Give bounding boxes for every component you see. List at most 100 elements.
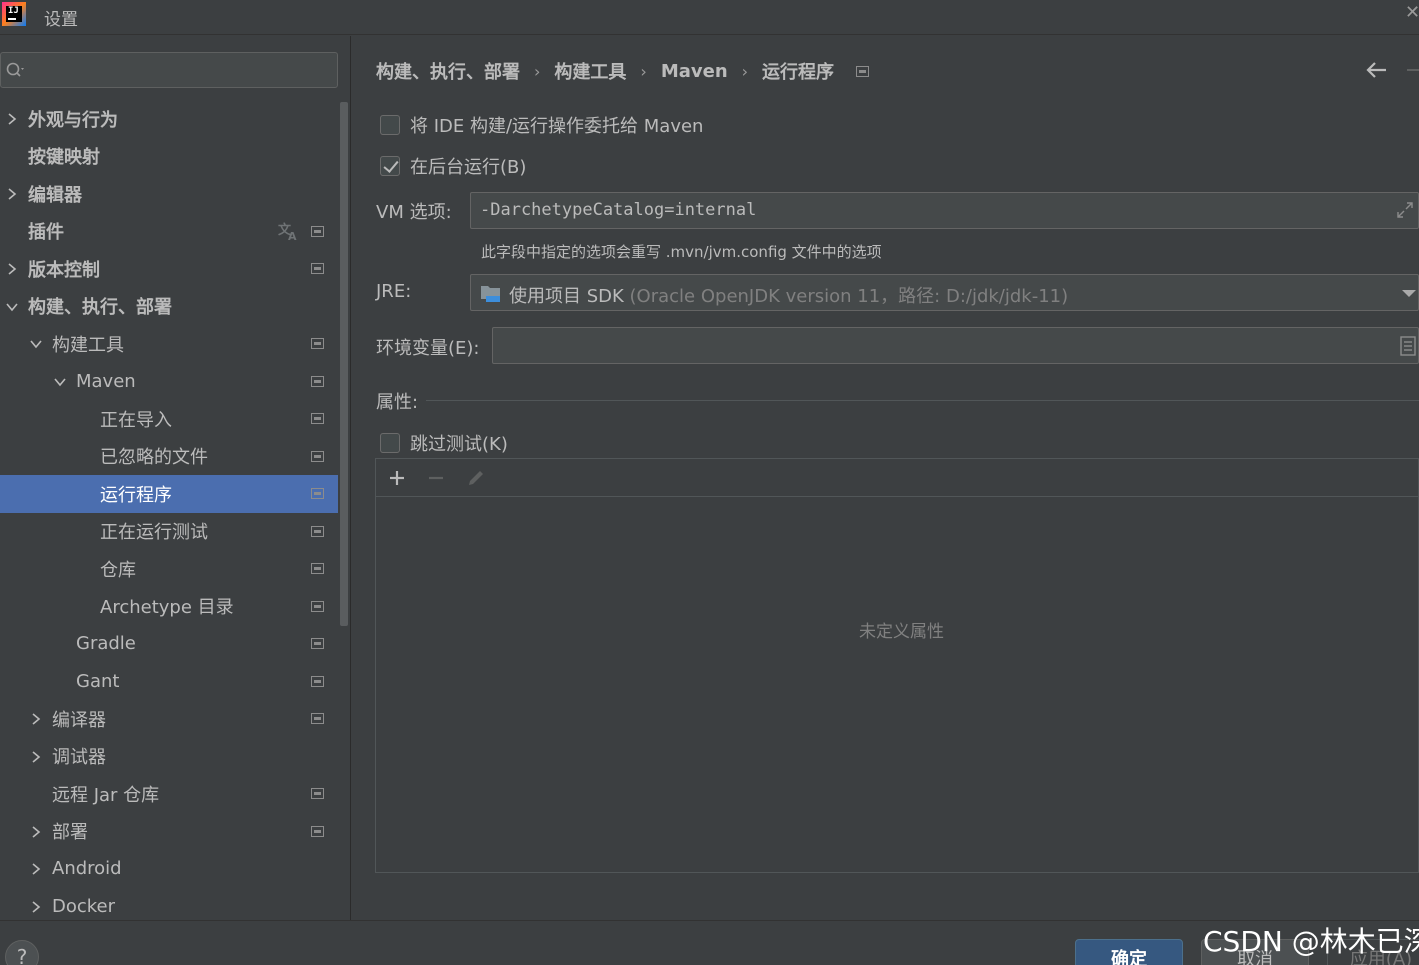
chevron-right-icon[interactable] — [29, 862, 43, 876]
search-icon — [6, 62, 24, 77]
vm-options-label: VM 选项: — [376, 202, 452, 223]
project-level-icon — [856, 65, 870, 77]
chevron-right-icon[interactable] — [29, 750, 43, 764]
project-level-icon — [311, 263, 324, 274]
skip-tests-checkbox[interactable]: 跳过测试(K) — [380, 430, 508, 456]
jre-value-detail: (Oracle OpenJDK version 11，路径: D:/jdk/jd… — [623, 286, 1069, 307]
sidebar-item-label: Maven — [76, 370, 136, 392]
sidebar-item[interactable]: 运行程序 — [0, 475, 338, 513]
project-level-icon — [311, 225, 324, 237]
sidebar-item-label: 已忽略的文件 — [100, 447, 208, 469]
properties-toolbar — [376, 459, 1418, 497]
sidebar-item[interactable]: 构建、执行、部署 — [0, 288, 338, 326]
sidebar-item[interactable]: 正在导入 — [0, 400, 338, 438]
sidebar-item-label: 部署 — [52, 822, 88, 844]
sidebar-item[interactable]: Maven — [0, 363, 338, 401]
sidebar-item-label: 调试器 — [52, 747, 106, 769]
sidebar-item-label: 按键映射 — [28, 147, 100, 169]
scrollbar-thumb[interactable] — [340, 102, 348, 626]
edit-property-button[interactable] — [465, 467, 487, 489]
sidebar-item-label: 仓库 — [100, 559, 136, 581]
project-level-icon — [311, 788, 324, 799]
settings-search-input[interactable] — [0, 52, 338, 88]
edit-env-vars-icon[interactable] — [1400, 336, 1416, 356]
plus-icon — [390, 471, 404, 485]
sidebar-item-label: 构建、执行、部署 — [28, 297, 172, 319]
project-level-icon — [311, 638, 324, 649]
sidebar-item[interactable]: Android — [0, 850, 338, 888]
chevron-right-icon[interactable] — [29, 900, 43, 914]
sidebar-item-label: 插件 — [28, 222, 64, 244]
properties-separator — [426, 400, 1419, 401]
sidebar-scrollbar[interactable] — [338, 102, 350, 920]
sidebar-item[interactable]: 版本控制 — [0, 250, 338, 288]
breadcrumb-item-build[interactable]: 构建、执行、部署 — [376, 58, 520, 84]
breadcrumb-separator: › — [534, 61, 541, 81]
delegate-checkbox-label: 将 IDE 构建/运行操作委托给 Maven — [410, 116, 704, 137]
project-level-icon — [311, 675, 324, 687]
remove-property-button[interactable] — [425, 467, 447, 489]
sidebar-item-label: Android — [52, 858, 122, 880]
close-button[interactable]: ✕ — [1405, 2, 1419, 23]
sidebar-divider[interactable] — [350, 36, 351, 920]
background-checkbox-box[interactable] — [380, 156, 400, 176]
chevron-down-icon[interactable] — [53, 375, 67, 389]
chevron-down-icon[interactable] — [29, 337, 43, 351]
sidebar-item[interactable]: 外观与行为 — [0, 100, 338, 138]
project-level-icon — [311, 450, 324, 462]
forward-arrow-icon[interactable] — [1407, 69, 1419, 71]
sidebar-item[interactable]: 仓库 — [0, 550, 338, 588]
sidebar-item-label: Archetype 目录 — [100, 597, 234, 619]
sidebar-item[interactable]: 插件 文 A — [0, 213, 338, 251]
chevron-right-icon[interactable] — [5, 187, 19, 201]
vm-options-field[interactable]: -DarchetypeCatalog=internal — [470, 192, 1419, 229]
breadcrumb-item-maven[interactable]: Maven — [661, 61, 728, 82]
sidebar-item[interactable]: 正在运行测试 — [0, 513, 338, 551]
sidebar-item[interactable]: Archetype 目录 — [0, 588, 338, 626]
sidebar-item[interactable]: 构建工具 — [0, 325, 338, 363]
project-level-icon — [311, 713, 324, 724]
chevron-right-icon[interactable] — [29, 712, 43, 726]
sidebar-item[interactable]: 编辑器 — [0, 175, 338, 213]
run-in-background-checkbox[interactable]: 在后台运行(B) — [380, 153, 526, 179]
delegate-checkbox-box[interactable] — [380, 115, 400, 135]
back-arrow-icon[interactable] — [1364, 60, 1390, 80]
chevron-down-icon[interactable] — [5, 300, 19, 314]
delegate-to-maven-checkbox[interactable]: 将 IDE 构建/运行操作委托给 Maven — [380, 112, 703, 138]
sidebar-item-label: 正在导入 — [100, 409, 172, 431]
sidebar-item[interactable]: 按键映射 — [0, 138, 338, 176]
chevron-down-icon[interactable] — [1402, 290, 1416, 297]
sdk-folder-icon — [481, 286, 500, 302]
sidebar-item[interactable]: Gradle — [0, 625, 338, 663]
sidebar-item-label: 运行程序 — [100, 484, 172, 506]
intellij-logo-icon: IJ — [2, 2, 26, 26]
sidebar-item[interactable]: 编译器 — [0, 700, 338, 738]
project-level-icon — [311, 338, 324, 349]
skip-tests-checkbox-box[interactable] — [380, 433, 400, 453]
sidebar-item[interactable]: 部署 — [0, 813, 338, 851]
project-level-icon — [311, 488, 324, 499]
project-level-icon — [311, 563, 324, 574]
sidebar-item[interactable]: 已忽略的文件 — [0, 438, 338, 476]
settings-sidebar: 外观与行为按键映射编辑器插件 文 A 版本控制构建、执行、部署构建工具 Maven 正在导… — [0, 36, 350, 920]
breadcrumb-separator: › — [741, 61, 749, 81]
add-property-button[interactable] — [386, 467, 408, 489]
sidebar-item[interactable]: Gant — [0, 663, 338, 701]
properties-label: 属性: — [376, 392, 419, 413]
chevron-right-icon[interactable] — [5, 112, 19, 126]
breadcrumb-item-build-tools[interactable]: 构建工具 — [554, 58, 626, 84]
jre-select[interactable]: 使用项目 SDK (Oracle OpenJDK version 11，路径: … — [470, 274, 1419, 311]
ok-button[interactable]: 确定 — [1075, 939, 1183, 965]
csdn-watermark: CSDN @林木已深 — [1203, 925, 1419, 958]
sidebar-item-label: 编辑器 — [28, 184, 82, 206]
help-button[interactable]: ? — [5, 940, 39, 965]
sidebar-item[interactable]: 远程 Jar 仓库 — [0, 775, 338, 813]
chevron-right-icon[interactable] — [5, 262, 19, 276]
window-title: 设置 — [44, 10, 78, 30]
breadcrumb: 构建、执行、部署 › 构建工具 › Maven › 运行程序 — [376, 58, 870, 84]
expand-icon[interactable] — [1396, 201, 1414, 219]
chevron-right-icon[interactable] — [29, 825, 43, 839]
env-vars-field[interactable] — [492, 327, 1419, 364]
sidebar-item-label: Docker — [52, 895, 116, 917]
sidebar-item[interactable]: 调试器 — [0, 738, 338, 776]
